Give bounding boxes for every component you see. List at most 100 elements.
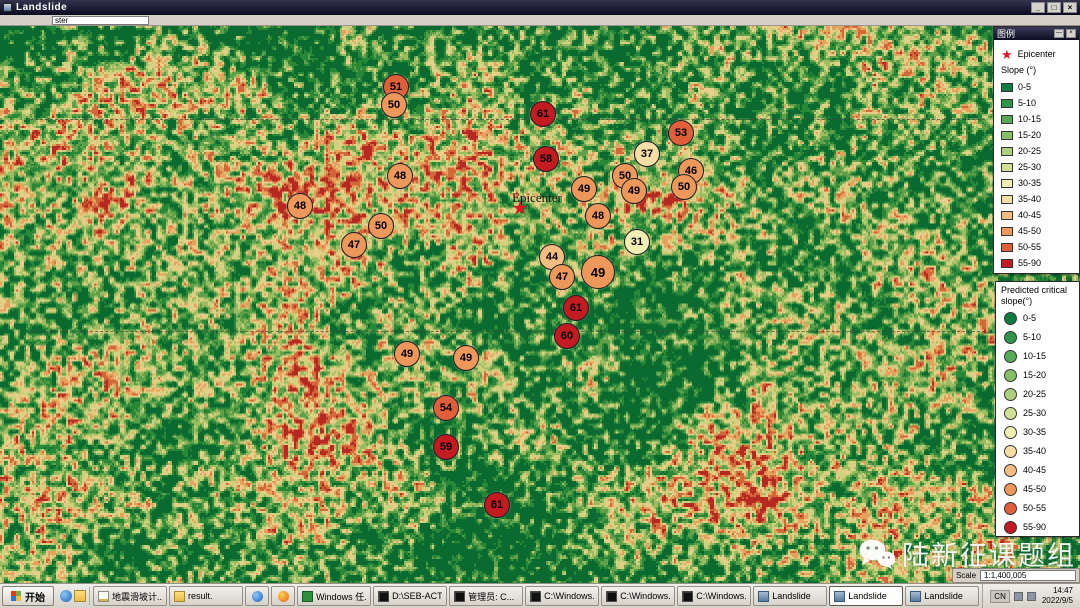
- critical-slope-row: 10-15: [996, 347, 1079, 366]
- epicenter-legend-row: ★ Epicenter: [994, 45, 1079, 63]
- epicenter-legend-label: Epicenter: [1018, 49, 1056, 59]
- taskbar-button[interactable]: [245, 586, 269, 606]
- taskbar-button-label: Landslide: [772, 591, 811, 601]
- critical-class-label: 50-55: [1023, 503, 1046, 513]
- critical-slope-swatch: [1004, 369, 1017, 382]
- legend-slope-row: 30-35: [994, 175, 1079, 191]
- taskbar-button-label: C:\Windows...: [544, 591, 594, 601]
- critical-slope-row: 45-50: [996, 480, 1079, 499]
- tray-icon[interactable]: [1027, 592, 1036, 601]
- firefox-icon: [278, 591, 289, 602]
- slope-swatch: [1001, 83, 1013, 92]
- slope-class-label: 50-55: [1018, 242, 1041, 252]
- critical-class-label: 10-15: [1023, 351, 1046, 361]
- taskbar-button-label: 管理员: C...: [468, 590, 514, 603]
- taskbar-button-label: result.: [188, 591, 213, 601]
- windows-logo-icon: [11, 591, 21, 601]
- app-icon: [3, 3, 12, 12]
- folder-icon: [174, 591, 185, 602]
- tray-time: 14:47: [1042, 586, 1073, 596]
- critical-slope-swatch: [1004, 331, 1017, 344]
- critical-slope-row: 50-55: [996, 499, 1079, 518]
- taskbar-button-label: C:\Windows...: [696, 591, 746, 601]
- taskbar-button[interactable]: Landslide: [753, 586, 827, 606]
- critical-slope-swatch: [1004, 350, 1017, 363]
- taskbar-buttons: 地震滑坡计... result. Windows 任... D:\SEB-ACT...…: [93, 586, 979, 606]
- taskbar: 开始 地震滑坡计... result. Windows 任... D:\SEB-ACT…: [0, 583, 1080, 608]
- window-controls: _ □ ×: [1031, 2, 1077, 13]
- critical-slope-swatch: [1004, 407, 1017, 420]
- legend-minimize-button[interactable]: —: [1054, 29, 1064, 38]
- taskbar-button[interactable]: C:\Windows...: [525, 586, 599, 606]
- slope-class-label: 10-15: [1018, 114, 1041, 124]
- critical-class-label: 5-10: [1023, 332, 1041, 342]
- slope-swatch: [1001, 243, 1013, 252]
- tray-icon[interactable]: [1014, 592, 1023, 601]
- epicenter-legend-star-icon: ★: [1001, 48, 1013, 61]
- taskbar-button[interactable]: C:\Windows...: [677, 586, 751, 606]
- slope-class-label: 45-50: [1018, 226, 1041, 236]
- folder-icon[interactable]: [74, 590, 86, 602]
- taskbar-button[interactable]: Windows 任...: [297, 586, 371, 606]
- internet-explorer-icon[interactable]: [60, 590, 72, 602]
- minimize-button[interactable]: _: [1031, 2, 1045, 13]
- toolbar-input[interactable]: [52, 16, 149, 25]
- critical-class-list: 0-55-1010-1515-2020-2525-3030-3535-4040-…: [996, 309, 1079, 537]
- slope-class-label: 5-10: [1018, 98, 1036, 108]
- legend-slope-row: 35-40: [994, 191, 1079, 207]
- taskbar-button-label: Landslide: [924, 591, 963, 601]
- slope-class-label: 30-35: [1018, 178, 1041, 188]
- slope-legend-title: Slope (°): [994, 63, 1079, 79]
- window-title: Landslide: [16, 2, 67, 13]
- tray-date: 2022/9/5: [1042, 596, 1073, 606]
- maximize-button[interactable]: □: [1047, 2, 1061, 13]
- slope-raster-map[interactable]: [0, 26, 1080, 583]
- legend-slope-row: 0-5: [994, 79, 1079, 95]
- taskbar-button[interactable]: result.: [169, 586, 243, 606]
- taskbar-button-label: 地震滑坡计...: [112, 590, 162, 603]
- taskbar-button[interactable]: 地震滑坡计...: [93, 586, 167, 606]
- desktop: Landslide _ □ × Epicenter ★ 515061533758…: [0, 0, 1080, 608]
- taskbar-button[interactable]: C:\Windows...: [601, 586, 675, 606]
- console-icon: [378, 591, 389, 602]
- legend-slope-row: 50-55: [994, 239, 1079, 255]
- legend-window: 图例 — × ★ Epicenter Slope (°) 0-5 5-10 10-1…: [993, 26, 1080, 274]
- critical-slope-row: 20-25: [996, 385, 1079, 404]
- taskbar-button[interactable]: Landslide: [905, 586, 979, 606]
- critical-slope-title: Predicted critical slope(°): [996, 284, 1079, 309]
- legend-slope-row: 25-30: [994, 159, 1079, 175]
- taskbar-button[interactable]: Landslide: [829, 586, 903, 606]
- watermark: 陆新征课题组: [858, 534, 1076, 573]
- critical-slope-swatch: [1004, 388, 1017, 401]
- console-icon: [454, 591, 465, 602]
- slope-swatch: [1001, 115, 1013, 124]
- app-icon: [834, 591, 845, 602]
- taskbar-button-label: C:\Windows...: [620, 591, 670, 601]
- console-icon: [682, 591, 693, 602]
- slope-class-list: 0-55-1010-1515-2020-2525-3030-3535-4040-…: [994, 79, 1079, 271]
- taskbar-button[interactable]: 管理员: C...: [449, 586, 523, 606]
- slope-swatch: [1001, 131, 1013, 140]
- close-button[interactable]: ×: [1063, 2, 1077, 13]
- taskbar-button-label: Windows 任...: [316, 590, 366, 603]
- start-button[interactable]: 开始: [2, 586, 54, 606]
- critical-class-label: 20-25: [1023, 389, 1046, 399]
- critical-class-label: 40-45: [1023, 465, 1046, 475]
- legend-slope-row: 45-50: [994, 223, 1079, 239]
- taskbar-button[interactable]: D:\SEB-ACT...: [373, 586, 447, 606]
- slope-swatch: [1001, 227, 1013, 236]
- language-indicator[interactable]: CN: [990, 590, 1010, 603]
- critical-slope-row: 15-20: [996, 366, 1079, 385]
- critical-slope-swatch: [1004, 426, 1017, 439]
- console-icon: [530, 591, 541, 602]
- start-label: 开始: [25, 589, 45, 604]
- legend-close-button[interactable]: ×: [1066, 29, 1076, 38]
- critical-slope-row: 30-35: [996, 423, 1079, 442]
- legend-titlebar[interactable]: 图例 — ×: [994, 27, 1079, 40]
- critical-slope-swatch: [1004, 521, 1017, 534]
- critical-slope-row: 35-40: [996, 442, 1079, 461]
- taskbar-button[interactable]: [271, 586, 295, 606]
- legend-slope-row: 40-45: [994, 207, 1079, 223]
- legend-controls: — ×: [1054, 29, 1076, 38]
- legend-slope-row: 15-20: [994, 127, 1079, 143]
